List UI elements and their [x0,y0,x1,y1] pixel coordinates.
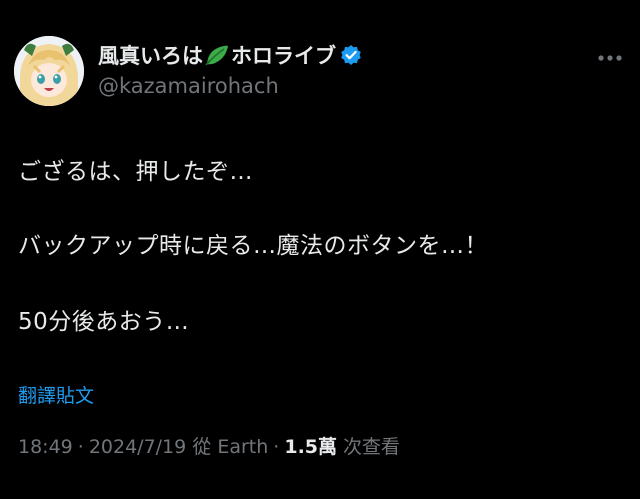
more-options-button[interactable] [592,44,628,72]
author-name-row[interactable]: 風真いろは ホロライブ [98,38,362,72]
display-name-suffix: ホロライブ [231,44,336,68]
tweet-text-line: 50分後あおう… [18,309,190,335]
meta-separator: · [77,436,84,458]
views-count[interactable]: 1.5萬 [284,432,337,459]
post-time[interactable]: 18:49 [18,436,73,458]
post-date[interactable]: 2024/7/19 [89,436,186,458]
post-source: Earth [217,436,269,458]
more-horizontal-icon [598,55,622,61]
tweet-detail: 風真いろは ホロライブ @kazamairohach ござるは、押したぞ… バッ… [0,0,640,499]
leaf-emoji-icon [204,43,230,67]
translate-post-link[interactable]: 翻譯貼文 [18,381,94,408]
views-label: 次查看 [343,436,401,458]
display-name: 風真いろは [98,44,203,68]
meta-separator: · [273,436,280,458]
verified-badge-icon [340,44,362,66]
tweet-text-line: バックアップ時に戻る…魔法のボタンを…！ [18,233,488,259]
tweet-text-line: ござるは、押したぞ… [18,159,253,185]
tweet-meta: 18:49 · 2024/7/19 從 Earth · 1.5萬 次查看 [18,432,400,459]
avatar-image [14,36,84,106]
avatar[interactable] [14,36,84,106]
author-handle[interactable]: @kazamairohach [98,74,279,98]
source-prefix: 從 [192,436,212,458]
